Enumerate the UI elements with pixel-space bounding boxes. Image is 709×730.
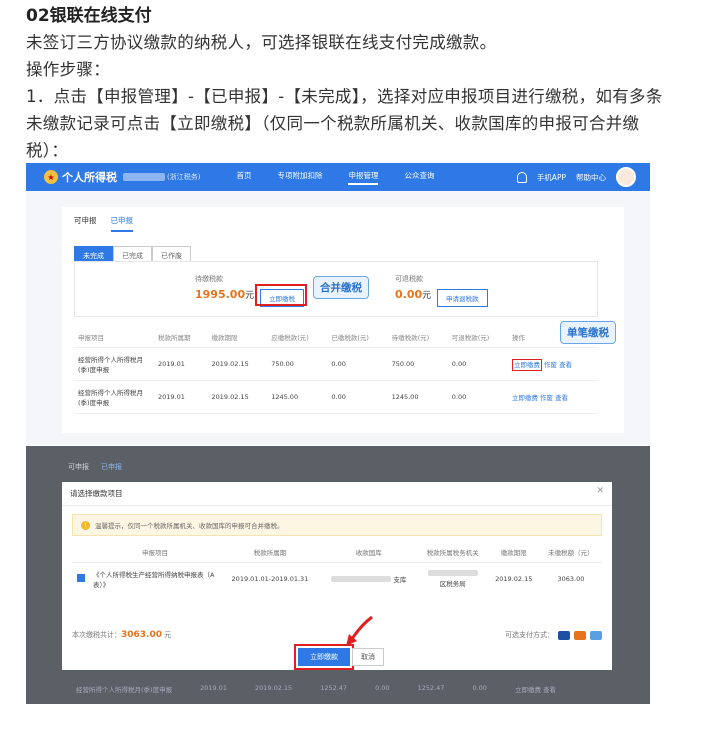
paragraph-2: 操作步骤： [26,60,110,79]
background-tabs: 可申报 已申报 [68,463,122,471]
nav-deduction[interactable]: 专项附加扣除 [277,170,322,185]
col-period: 税款所属期 [154,327,208,348]
blurred-region [123,173,165,181]
refund-apply-button[interactable]: 申请退税款 [437,289,488,307]
red-arrow-icon [346,615,373,646]
col-paid: 已缴税款(元) [327,327,388,348]
warning-banner: ! 温馨提示，仅同一个税款所属机关、收款国库的申报可合并缴税。 [72,514,602,536]
background-row: 经营所得个人所得税月(季)度申报 2019.01 2019.02.15 1252… [76,684,557,694]
col-due: 待缴税款(元) [387,327,448,348]
select-payment-dialog: 请选择缴款项目 ✕ ! 温馨提示，仅同一个税款所属机关、收款国库的申报可合并缴税… [62,482,612,670]
declaration-table: 申报项目 税款所属期 缴款期限 应缴税款(元) 已缴税款(元) 待缴税款(元) … [74,327,598,414]
merge-pay-callout: 合并缴税 [313,276,369,299]
table-row: 经营所得个人所得税月(季)度申报 2019.01 2019.02.15 1245… [74,380,598,414]
screenshot-declaration-list: ★ 个人所得税 (浙江税务) 首页 专项附加扣除 申报管理 公众查询 手机APP… [26,163,650,445]
confirm-pay-button[interactable]: 立即缴款 [294,644,354,670]
bell-icon[interactable] [516,171,527,183]
col-item: 申报项目 [74,327,154,348]
nav-query[interactable]: 公众查询 [404,170,434,185]
void-link[interactable]: 作废 [544,361,557,369]
col-item: 申报项目 [90,542,220,563]
paragraph-5: 税）： [26,141,69,160]
single-pay-callout: 单笔缴税 [560,321,616,344]
single-pay-link[interactable]: 立即缴费 [511,359,542,371]
tax-emblem-icon: ★ [44,170,58,184]
main-nav: 首页 专项附加扣除 申报管理 公众查询 [236,170,434,185]
unionpay-icon[interactable] [558,630,570,640]
nav-declaration[interactable]: 申报管理 [348,170,379,185]
refund-label: 可退税款 [395,275,423,283]
highlight-box [255,284,307,306]
org-label: (浙江税务) [167,173,201,181]
col-period: 税款所属期 [220,542,320,563]
avatar[interactable] [616,167,636,187]
pen-icon[interactable] [574,630,586,640]
section-heading: 02银联在线支付 [26,6,152,26]
declaration-tabs: 可申报 已申报 [62,207,624,232]
col-payable: 应缴税款(元) [267,327,328,348]
paragraph-3: 1．点击【申报管理】-【已申报】-【未完成】，选择对应申报项目进行缴税，如有多条 [26,87,663,106]
table-row: 经营所得个人所得税月(季)度申报 2019.01 2019.02.15 750.… [74,347,598,381]
help-center-link[interactable]: 帮助中心 [576,172,606,183]
pay-methods: 可选支付方式： [505,630,602,640]
refund-amount: 0.00元 [395,288,432,301]
table-row: 《个人所得税生产经营所得纳税申报表（A表）》 2019.01.01-2019.0… [72,563,602,596]
col-deadline: 缴款期限 [207,327,268,348]
info-icon: ! [81,520,90,530]
payment-items-table: 申报项目 税款所属期 收款国库 税款所属税务机关 缴款期限 未缴税额（元） 《个… [72,542,602,595]
row-checkbox[interactable] [77,574,85,582]
total-amount: 3063.00 [121,630,162,640]
col-unpaid: 未缴税额（元） [539,542,602,563]
cancel-button[interactable]: 取消 [352,648,384,666]
top-navbar: ★ 个人所得税 (浙江税务) 首页 专项附加扣除 申报管理 公众查询 手机APP… [26,163,650,191]
dialog-title: 请选择缴款项目 ✕ [62,482,612,506]
blurred-region [331,576,392,582]
brand-title: 个人所得税 [62,171,117,184]
close-icon[interactable]: ✕ [596,486,604,496]
pay-link[interactable]: 立即缴费 [512,394,538,402]
article-text: 02银联在线支付 未签订三方协议缴款的纳税人，可选择银联在线支付完成缴款。 操作… [26,4,686,164]
due-amount: 1995.00元 [195,288,255,301]
due-label: 待缴税款 [195,275,223,283]
mobile-app-link[interactable]: 手机APP [537,172,566,183]
header-right: 手机APP 帮助中心 [516,167,636,187]
view-link[interactable]: 查看 [555,394,568,402]
blurred-region [427,570,478,576]
declaration-panel: 可申报 已申报 未完成 已完成 已作废 待缴税款 1995.00元 立即缴税 合… [62,207,624,433]
void-link[interactable]: 作废 [540,394,553,402]
dialog-footer: 本次缴税共计：3063.00 元 可选支付方式： [72,630,602,640]
col-authority: 税款所属税务机关 [417,542,488,563]
tab-declared[interactable]: 已申报 [110,215,133,232]
tab-declarable[interactable]: 可申报 [74,215,97,232]
nav-home[interactable]: 首页 [236,170,251,185]
col-treasury: 收款国库 [319,542,418,563]
col-refundable: 可退税款(元) [447,327,508,348]
col-deadline: 缴款期限 [487,542,540,563]
paragraph-1: 未签订三方协议缴款的纳税人，可选择银联在线支付完成缴款。 [26,33,497,52]
tax-summary-box: 待缴税款 1995.00元 立即缴税 合并缴税 可退税款 0.00元 申请退税款 [74,261,598,317]
view-link[interactable]: 查看 [559,361,572,369]
paragraph-4: 未缴款记录可点击【立即缴税】（仅同一个税款所属机关、收款国库的申报可合并缴 [26,114,640,133]
bank-icon[interactable] [590,630,602,640]
screenshot-pay-dialog: 可申报 已申报 请选择缴款项目 ✕ ! 温馨提示，仅同一个税款所属机关、收款国库… [26,446,650,704]
